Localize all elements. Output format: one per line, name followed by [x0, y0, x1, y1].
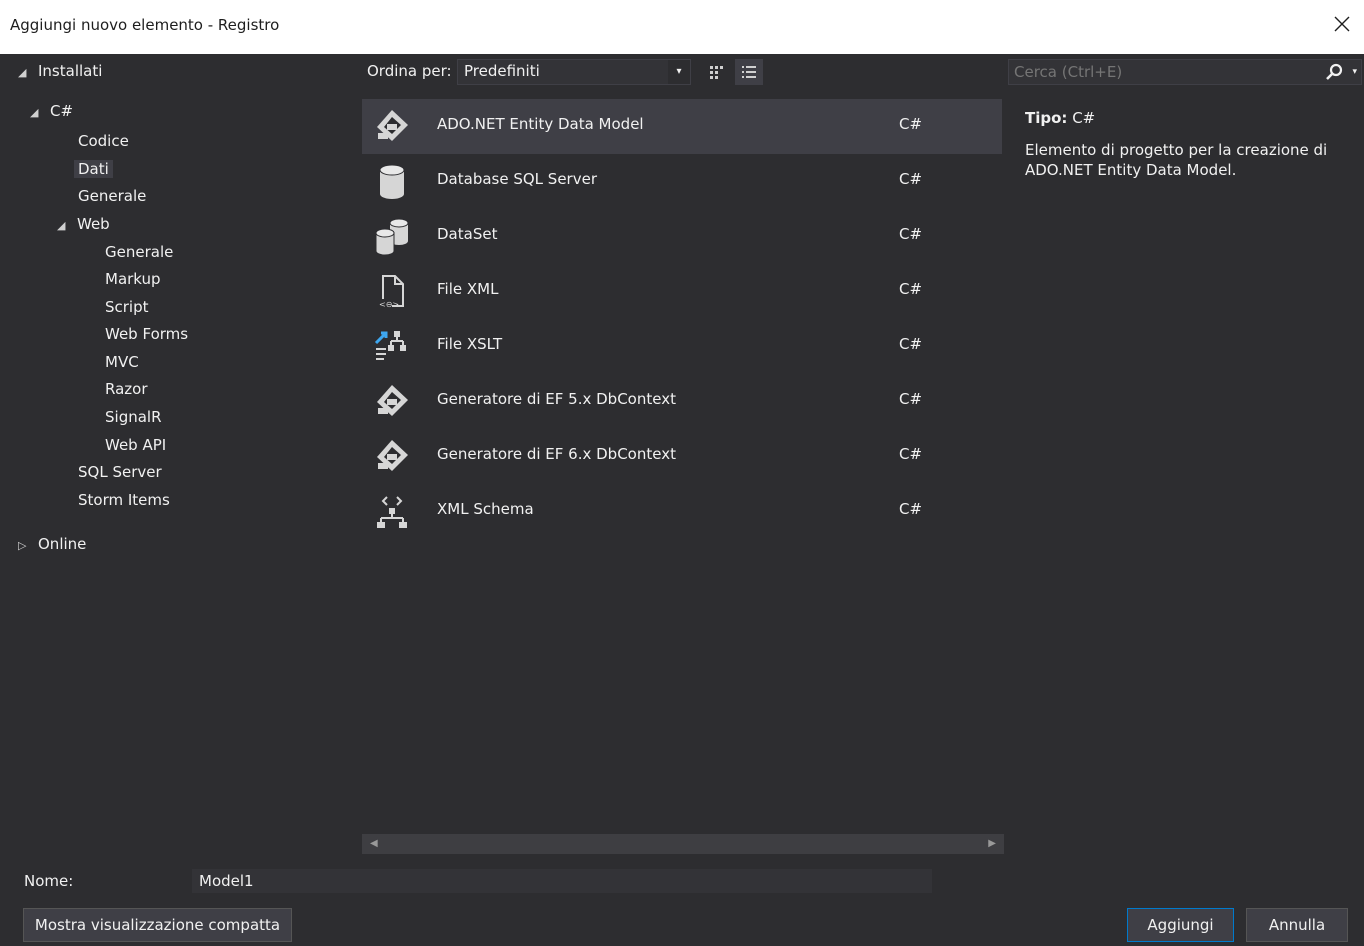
tree-node-installati[interactable]: ◢ Installati: [18, 59, 102, 83]
list-item[interactable]: <⊖> File XML C#: [362, 264, 1002, 319]
search-box[interactable]: ▾: [1008, 59, 1362, 85]
list-item[interactable]: Generatore di EF 5.x DbContext C#: [362, 374, 1002, 429]
type-value: C#: [1072, 109, 1096, 127]
tree-node-csharp[interactable]: ◢ C#: [30, 99, 73, 123]
compact-view-button[interactable]: Mostra visualizzazione compatta: [23, 908, 292, 942]
dropdown-arrow-icon[interactable]: ▾: [668, 60, 690, 84]
close-icon[interactable]: [1330, 12, 1354, 36]
horizontal-scrollbar[interactable]: ◀ ▶: [362, 834, 1004, 854]
tree-node-web[interactable]: ◢ Web: [57, 212, 110, 236]
sort-dropdown[interactable]: Predefiniti ▾: [457, 59, 691, 85]
name-field[interactable]: [192, 869, 932, 893]
tree-node-dati[interactable]: Dati: [74, 157, 113, 181]
details-panel: Tipo: C# Elemento di progetto per la cre…: [1025, 108, 1345, 180]
ef-generator-icon: [377, 440, 408, 471]
expand-arrow-icon[interactable]: ▷: [18, 534, 38, 558]
collapse-arrow-icon[interactable]: ◢: [30, 101, 50, 125]
dialog-body: ◢ Installati ◢ C# Codice Dati Generale ◢ We…: [0, 54, 1364, 946]
name-label: Nome:: [24, 872, 74, 890]
xml-file-icon: <⊖>: [378, 275, 404, 309]
ef-generator-icon: [377, 385, 408, 416]
tree-node-web-generale[interactable]: Generale: [105, 240, 173, 264]
tree-node-web-forms[interactable]: Web Forms: [105, 322, 188, 346]
search-icon[interactable]: [1325, 63, 1343, 81]
cancel-button[interactable]: Annulla: [1246, 908, 1348, 942]
list-view-button[interactable]: [735, 59, 763, 85]
tree-node-sql-server[interactable]: SQL Server: [78, 460, 162, 484]
small-icons-view-button[interactable]: [701, 59, 729, 85]
template-list: ADO.NET Entity Data Model C# Database SQ…: [362, 99, 1004, 839]
svg-text:<⊖>: <⊖>: [379, 300, 399, 309]
scroll-right-icon[interactable]: ▶: [988, 838, 996, 849]
tree-node-mvc[interactable]: MVC: [105, 350, 139, 374]
sort-value: Predefiniti: [464, 62, 540, 80]
title-bar: Aggiungi nuovo elemento - Registro: [0, 0, 1364, 54]
xslt-file-icon: [374, 331, 406, 360]
tree-node-storm-items[interactable]: Storm Items: [78, 488, 170, 512]
list-item[interactable]: ADO.NET Entity Data Model C#: [362, 99, 1002, 154]
sort-label: Ordina per:: [367, 62, 452, 80]
tree-node-codice[interactable]: Codice: [78, 129, 129, 153]
add-button[interactable]: Aggiungi: [1127, 908, 1234, 942]
category-tree: ◢ Installati ◢ C# Codice Dati Generale ◢ We…: [0, 54, 340, 859]
entity-model-icon: [377, 110, 408, 141]
dataset-icon: [375, 218, 409, 256]
search-options-icon[interactable]: ▾: [1352, 67, 1357, 77]
database-icon: [379, 164, 405, 199]
list-item[interactable]: XML Schema C#: [362, 484, 1002, 539]
collapse-arrow-icon[interactable]: ◢: [57, 214, 77, 238]
tree-node-signalr[interactable]: SignalR: [105, 405, 162, 429]
tree-node-web-api[interactable]: Web API: [105, 433, 166, 457]
tree-node-razor[interactable]: Razor: [105, 377, 148, 401]
tree-node-markup[interactable]: Markup: [105, 267, 161, 291]
scroll-left-icon[interactable]: ◀: [370, 838, 378, 849]
list-item[interactable]: Database SQL Server C#: [362, 154, 1002, 209]
list-item[interactable]: DataSet C#: [362, 209, 1002, 264]
list-item[interactable]: Generatore di EF 6.x DbContext C#: [362, 429, 1002, 484]
grid-view-icon: [710, 66, 723, 79]
list-item[interactable]: File XSLT C#: [362, 319, 1002, 374]
tree-node-script[interactable]: Script: [105, 295, 149, 319]
collapse-arrow-icon[interactable]: ◢: [18, 61, 38, 85]
type-label: Tipo:: [1025, 109, 1068, 127]
type-row: Tipo: C#: [1025, 108, 1345, 128]
search-input[interactable]: [1009, 60, 1309, 84]
window-title: Aggiungi nuovo elemento - Registro: [10, 16, 280, 34]
list-view-icon: [742, 66, 756, 78]
tree-node-generale[interactable]: Generale: [78, 184, 146, 208]
tree-node-online[interactable]: ▷ Online: [18, 532, 86, 556]
item-description: Elemento di progetto per la creazione di…: [1025, 141, 1328, 179]
name-input[interactable]: [192, 869, 932, 893]
xml-schema-icon: [377, 496, 407, 528]
